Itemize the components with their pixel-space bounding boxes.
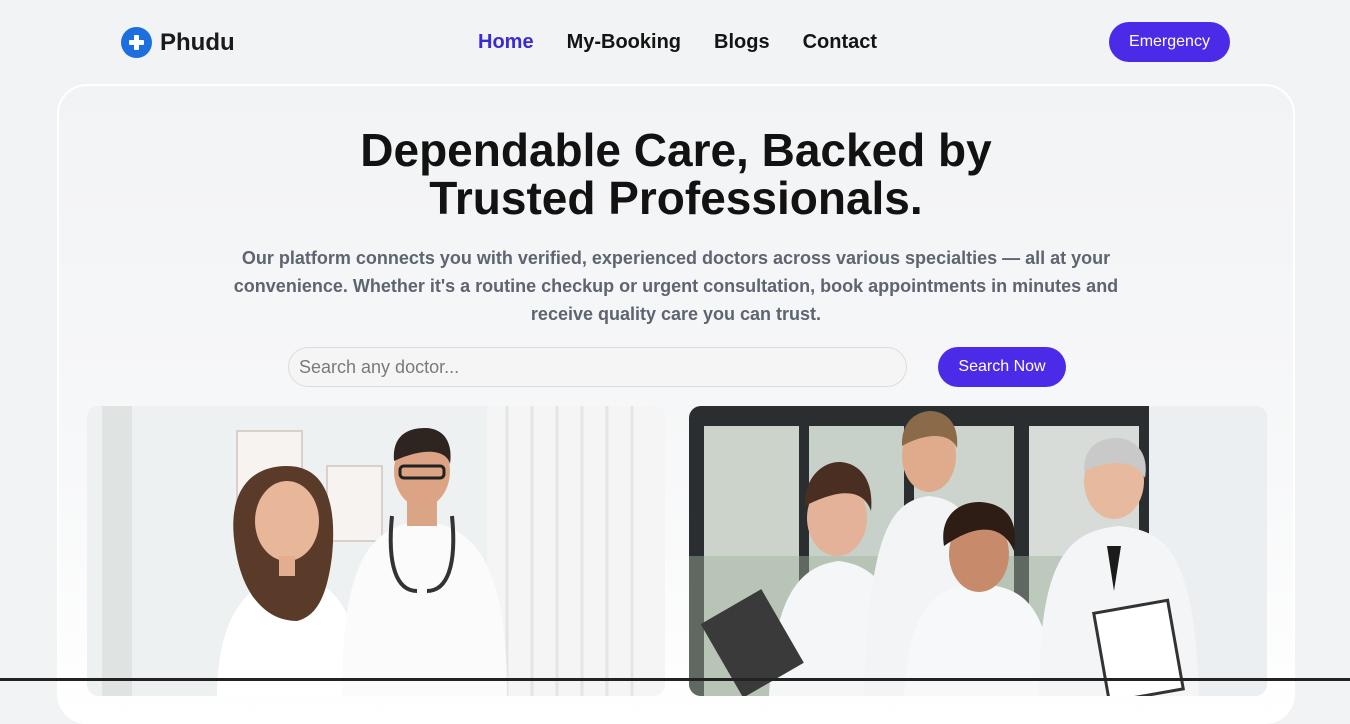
brand-name: Phudu	[160, 28, 235, 56]
emergency-button[interactable]: Emergency	[1109, 22, 1230, 62]
nav-link-blogs[interactable]: Blogs	[714, 30, 770, 54]
hero-description: Our platform connects you with verified,…	[233, 248, 1119, 324]
hero-section: Dependable Care, Backed by Trusted Profe…	[57, 84, 1295, 724]
hero-title: Dependable Care, Backed by Trusted Profe…	[360, 124, 992, 224]
brand-logo[interactable]: Phudu	[121, 27, 235, 58]
hero-image-two-doctors	[87, 406, 665, 696]
nav-link-home[interactable]: Home	[478, 30, 534, 54]
medical-team-illustration	[689, 406, 1267, 696]
top-navbar: Phudu Home My-Booking Blogs Contact Emer…	[0, 0, 1350, 84]
hero-image-medical-team	[689, 406, 1267, 696]
nav-link-my-booking[interactable]: My-Booking	[567, 30, 681, 54]
two-doctors-illustration	[87, 406, 665, 696]
main-menu: Home My-Booking Blogs Contact	[478, 30, 877, 54]
nav-link-contact[interactable]: Contact	[803, 30, 877, 54]
plus-cross-icon	[121, 27, 152, 58]
doctor-search-input[interactable]	[288, 347, 907, 387]
search-now-button[interactable]: Search Now	[938, 347, 1066, 387]
